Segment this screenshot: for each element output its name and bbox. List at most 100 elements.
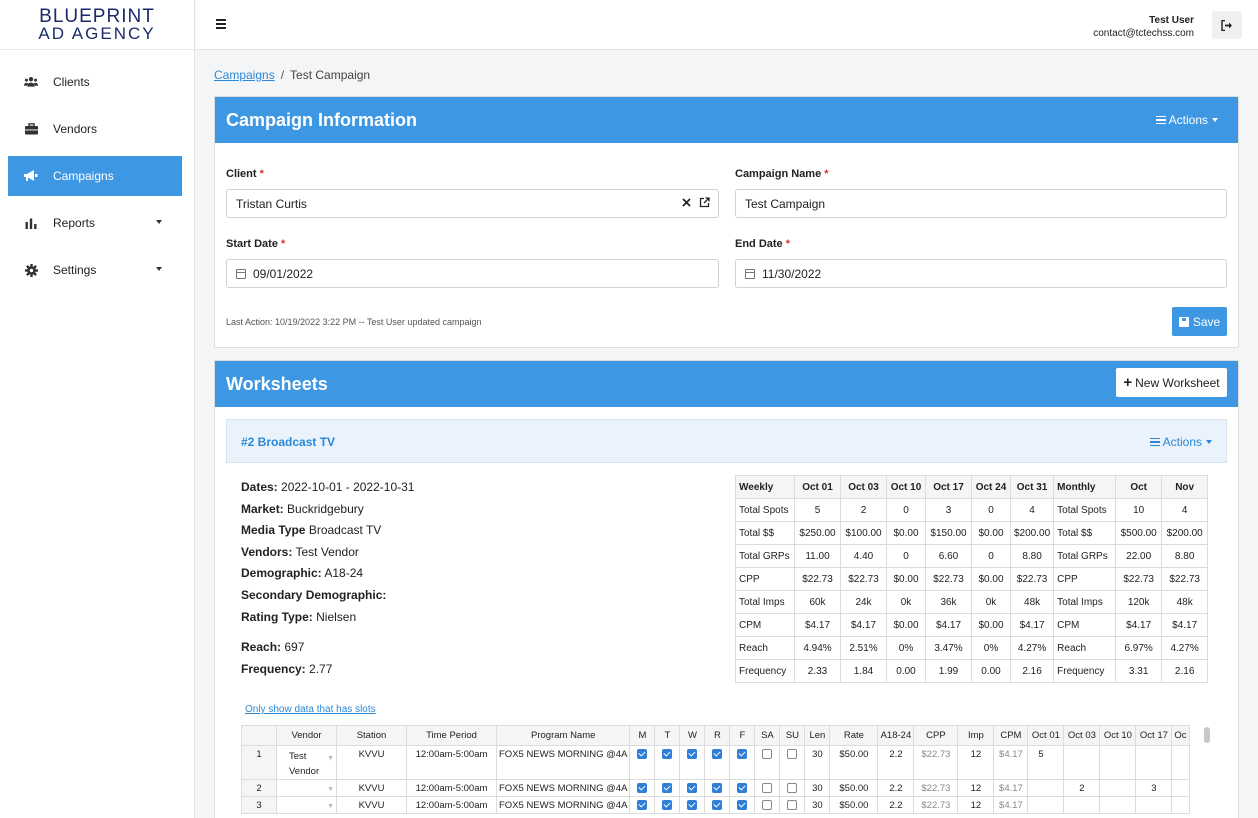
grid-column-header[interactable]: SA xyxy=(754,725,781,746)
grid-column-header[interactable]: Vendor xyxy=(276,725,337,746)
logout-button[interactable] xyxy=(1212,11,1242,39)
grid-column-header[interactable]: A18-24 xyxy=(877,725,915,746)
grid-column-header[interactable] xyxy=(241,725,277,746)
new-worksheet-button[interactable]: + New Worksheet xyxy=(1116,368,1227,397)
grid-column-header[interactable]: Station xyxy=(336,725,407,746)
day-checkbox[interactable] xyxy=(737,799,748,810)
breadcrumb-campaigns-link[interactable]: Campaigns xyxy=(214,68,275,82)
imp-cell[interactable]: 12 xyxy=(957,779,995,797)
grid-column-header[interactable]: Oc xyxy=(1171,725,1190,746)
day-checkbox[interactable] xyxy=(762,799,773,810)
worksheet-title[interactable]: #2 Broadcast TV xyxy=(241,435,335,449)
day-checkbox[interactable] xyxy=(662,799,673,810)
day-checkbox[interactable] xyxy=(737,749,748,760)
week-spots-cell[interactable]: 2 xyxy=(1063,779,1101,797)
external-link-icon[interactable] xyxy=(699,197,710,208)
client-field[interactable]: Tristan Curtis xyxy=(226,189,719,218)
table-row[interactable]: 2 ▼ KVVU 12:00am-5:00am FOX5 NEWS MORNING @4… xyxy=(241,779,1190,797)
program-name-cell[interactable]: FOX5 NEWS MORNING @4A xyxy=(495,796,631,814)
imp-cell[interactable]: 12 xyxy=(957,745,995,780)
week-spots-cell[interactable] xyxy=(1099,745,1137,780)
grid-scrollbar[interactable] xyxy=(1204,727,1210,743)
day-checkbox[interactable] xyxy=(637,799,648,810)
week-spots-cell[interactable] xyxy=(1063,796,1101,814)
grid-column-header[interactable]: Len xyxy=(804,725,831,746)
campaign-actions-dropdown[interactable]: Actions xyxy=(1155,113,1218,127)
brand-logo[interactable]: BLUEPRINT AD AGENCY xyxy=(0,0,194,50)
sidebar-item-reports[interactable]: Reports xyxy=(8,203,182,243)
week-spots-cell[interactable]: 3 xyxy=(1135,779,1173,797)
day-checkbox[interactable] xyxy=(712,749,723,760)
length-cell[interactable]: 30 xyxy=(804,779,831,797)
week-spots-cell[interactable] xyxy=(1063,745,1101,780)
day-checkbox[interactable] xyxy=(712,799,723,810)
day-checkbox[interactable] xyxy=(687,749,698,760)
grid-column-header[interactable]: Oct 01 xyxy=(1027,725,1065,746)
week-spots-cell[interactable] xyxy=(1099,779,1137,797)
end-date-input[interactable]: 11/30/2022 xyxy=(735,259,1227,288)
station-cell[interactable]: KVVU xyxy=(336,779,407,797)
grid-column-header[interactable]: Time Period xyxy=(406,725,497,746)
vendor-select[interactable]: ▼ xyxy=(276,796,337,814)
station-cell[interactable]: KVVU xyxy=(336,796,407,814)
week-spots-cell[interactable] xyxy=(1027,796,1065,814)
day-checkbox[interactable] xyxy=(762,782,773,793)
worksheet-actions-dropdown[interactable]: Actions xyxy=(1149,435,1212,449)
week-spots-cell[interactable] xyxy=(1171,796,1190,814)
grid-column-header[interactable]: Imp xyxy=(957,725,995,746)
week-spots-cell[interactable] xyxy=(1135,796,1173,814)
grid-column-header[interactable]: T xyxy=(654,725,681,746)
week-spots-cell[interactable] xyxy=(1171,779,1190,797)
demo-rating-cell[interactable]: 2.2 xyxy=(877,779,915,797)
day-checkbox[interactable] xyxy=(662,782,673,793)
day-checkbox[interactable] xyxy=(637,749,648,760)
sidebar-item-vendors[interactable]: Vendors xyxy=(8,109,182,149)
day-checkbox[interactable] xyxy=(662,749,673,760)
week-spots-cell[interactable]: 5 xyxy=(1027,745,1065,780)
day-checkbox[interactable] xyxy=(787,749,798,760)
vendor-select[interactable]: ▼ Test Vendor xyxy=(276,745,337,780)
station-cell[interactable]: KVVU xyxy=(336,745,407,780)
grid-column-header[interactable]: Rate xyxy=(829,725,879,746)
time-period-cell[interactable]: 12:00am-5:00am xyxy=(406,796,497,814)
day-checkbox[interactable] xyxy=(737,782,748,793)
day-checkbox[interactable] xyxy=(687,782,698,793)
grid-column-header[interactable]: SU xyxy=(779,725,806,746)
sidebar-item-campaigns[interactable]: Campaigns xyxy=(8,156,182,196)
week-spots-cell[interactable] xyxy=(1171,745,1190,780)
day-checkbox[interactable] xyxy=(712,782,723,793)
clear-icon[interactable] xyxy=(682,198,691,207)
rate-cell[interactable]: $50.00 xyxy=(829,745,879,780)
time-period-cell[interactable]: 12:00am-5:00am xyxy=(406,779,497,797)
week-spots-cell[interactable] xyxy=(1135,745,1173,780)
program-name-cell[interactable]: FOX5 NEWS MORNING @4A xyxy=(495,779,631,797)
day-checkbox[interactable] xyxy=(762,749,773,760)
week-spots-cell[interactable] xyxy=(1099,796,1137,814)
start-date-input[interactable]: 09/01/2022 xyxy=(226,259,719,288)
grid-column-header[interactable]: F xyxy=(729,725,756,746)
program-name-cell[interactable]: FOX5 NEWS MORNING @4A xyxy=(495,745,631,780)
day-checkbox[interactable] xyxy=(787,799,798,810)
campaign-name-input[interactable]: Test Campaign xyxy=(735,189,1227,218)
grid-column-header[interactable]: Program Name xyxy=(495,725,631,746)
grid-column-header[interactable]: Oct 17 xyxy=(1135,725,1173,746)
only-show-slots-link[interactable]: Only show data that has slots xyxy=(245,704,376,715)
sidebar-item-settings[interactable]: Settings xyxy=(8,250,182,290)
save-button[interactable]: Save xyxy=(1172,307,1227,336)
menu-toggle-icon[interactable] xyxy=(216,19,226,29)
grid-column-header[interactable]: M xyxy=(629,725,656,746)
table-row[interactable]: 3 ▼ KVVU 12:00am-5:00am FOX5 NEWS MORNING @4… xyxy=(241,796,1190,814)
grid-column-header[interactable]: R xyxy=(704,725,731,746)
imp-cell[interactable]: 12 xyxy=(957,796,995,814)
demo-rating-cell[interactable]: 2.2 xyxy=(877,796,915,814)
grid-column-header[interactable]: Oct 10 xyxy=(1099,725,1137,746)
vendor-select[interactable]: ▼ xyxy=(276,779,337,797)
day-checkbox[interactable] xyxy=(637,782,648,793)
day-checkbox[interactable] xyxy=(787,782,798,793)
grid-column-header[interactable]: CPP xyxy=(913,725,959,746)
grid-column-header[interactable]: Oct 03 xyxy=(1063,725,1101,746)
table-row[interactable]: 1 ▼ Test Vendor KVVU 12:00am-5:00am FOX5 NEWS… xyxy=(241,745,1190,780)
length-cell[interactable]: 30 xyxy=(804,745,831,780)
sidebar-item-clients[interactable]: Clients xyxy=(8,62,182,102)
rate-cell[interactable]: $50.00 xyxy=(829,779,879,797)
